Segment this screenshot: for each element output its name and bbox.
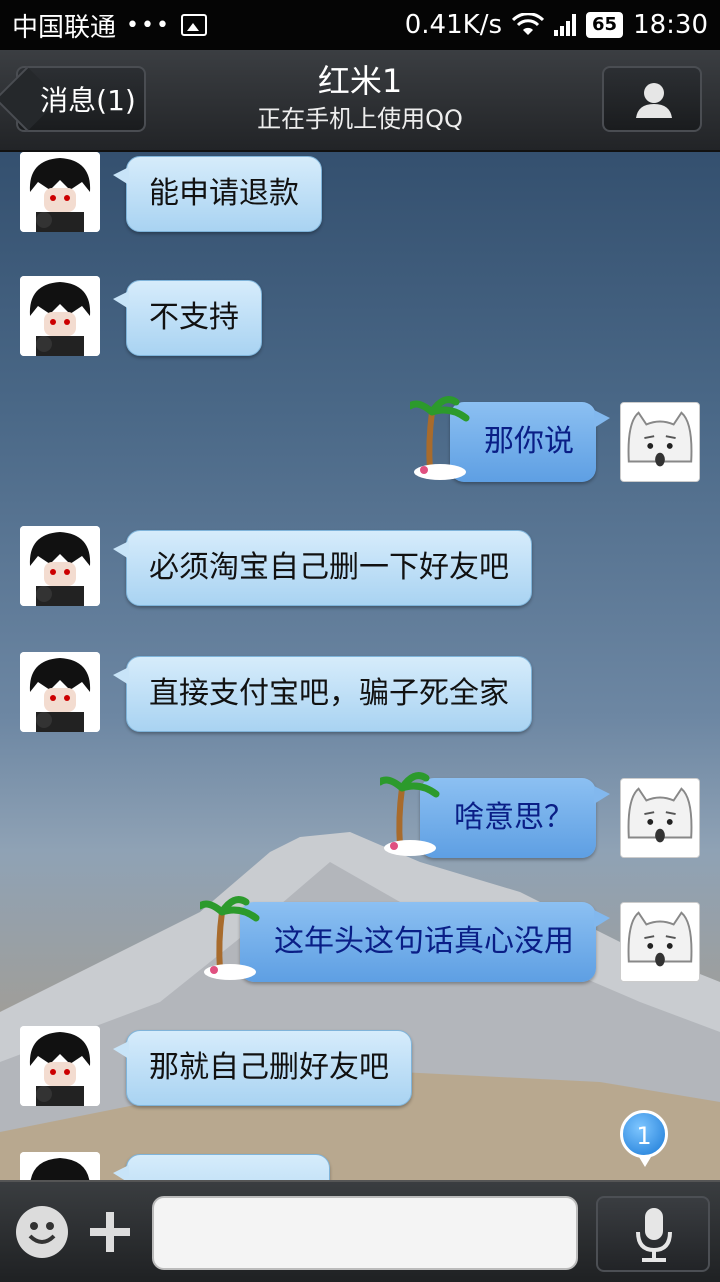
chat-header: 消息(1) 红米1 正在手机上使用QQ <box>0 50 720 152</box>
carrier-label: 中国联通 <box>12 12 117 43</box>
contact-avatar[interactable] <box>20 652 100 732</box>
palm-tree-icon <box>200 896 260 980</box>
emoji-button[interactable] <box>16 1206 68 1258</box>
message-bubble[interactable]: 直接支付宝吧，骗子死全家 <box>113 656 532 732</box>
self-avatar[interactable] <box>620 902 700 982</box>
message-bubble[interactable]: 那你说 <box>410 396 610 482</box>
message-text: 啥意思？ <box>454 800 574 835</box>
battery-icon: 65 <box>586 12 624 38</box>
image-notification-icon <box>180 14 207 36</box>
contact-profile-button[interactable] <box>602 66 702 132</box>
contact-avatar[interactable] <box>20 526 100 606</box>
background-mountain <box>0 832 720 1180</box>
clock: 18:30 <box>633 10 708 40</box>
status-bar: 中国联通 ••• 0.41K/s 65 18:30 <box>0 0 720 50</box>
message-bubble[interactable] <box>113 1154 330 1180</box>
palm-tree-icon <box>410 396 470 480</box>
contact-status: 正在手机上使用QQ <box>257 105 463 133</box>
self-avatar[interactable] <box>620 402 700 482</box>
message-input[interactable] <box>152 1196 578 1270</box>
plus-icon <box>90 1212 130 1252</box>
microphone-icon <box>636 1208 672 1262</box>
message-bubble[interactable]: 啥意思？ <box>380 772 610 858</box>
network-speed: 0.41K/s <box>404 10 502 40</box>
contact-avatar[interactable] <box>20 1152 100 1180</box>
contact-avatar[interactable] <box>20 152 100 232</box>
message-bubble[interactable]: 这年头这句话真心没用 <box>200 896 610 982</box>
person-icon <box>636 83 672 118</box>
contact-avatar[interactable] <box>20 1026 100 1106</box>
unread-badge[interactable]: 1 <box>620 1110 668 1167</box>
chat-title: 红米1 正在手机上使用QQ <box>170 60 550 136</box>
back-label: 消息(1) <box>40 84 136 117</box>
notification-dots: ••• <box>126 12 171 38</box>
message-bubble[interactable]: 能申请退款 <box>113 156 322 232</box>
input-bar <box>0 1180 720 1282</box>
message-text: 这年头这句话真心没用 <box>274 924 574 959</box>
voice-button[interactable] <box>596 1196 710 1272</box>
contact-name: 红米1 <box>317 62 403 100</box>
signal-icon <box>554 14 576 36</box>
message-text: 那你说 <box>484 424 574 459</box>
smiley-icon <box>18 1208 66 1256</box>
more-button[interactable] <box>88 1210 132 1254</box>
back-button[interactable]: 消息(1) <box>16 66 146 132</box>
palm-tree-icon <box>380 772 440 856</box>
message-bubble[interactable]: 不支持 <box>113 280 262 356</box>
chat-area[interactable]: 能申请退款 不支持 那你说 必须淘宝自己删一下好友吧 直接支付宝吧，骗子死全家 … <box>0 152 720 1180</box>
message-bubble[interactable]: 那就自己删好友吧 <box>113 1030 412 1106</box>
wifi-icon <box>512 13 544 35</box>
contact-avatar[interactable] <box>20 276 100 356</box>
self-avatar[interactable] <box>620 778 700 858</box>
message-bubble[interactable]: 必须淘宝自己删一下好友吧 <box>113 530 532 606</box>
